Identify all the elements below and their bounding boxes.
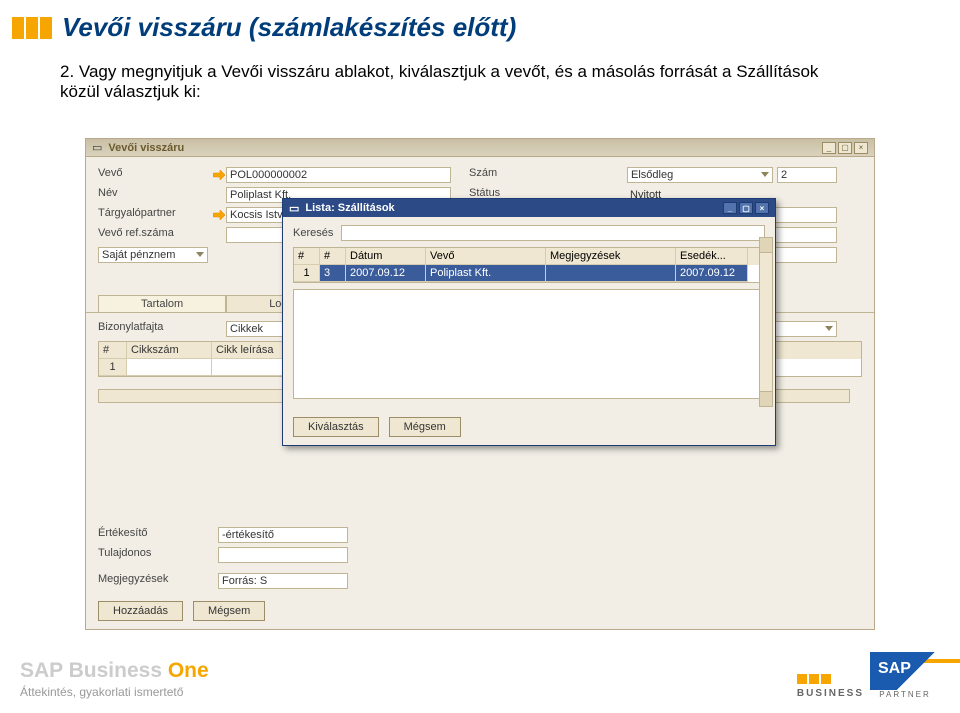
prow-megj [546, 265, 676, 282]
popup-icon: ▭ [289, 202, 299, 215]
field-tulajdonos[interactable] [218, 547, 348, 563]
label-targyalopartner: Tárgyalópartner [98, 207, 208, 223]
label-megjegyzesek: Megjegyzések [98, 573, 208, 589]
maximize-button[interactable]: ▢ [838, 142, 852, 154]
title-stripes [12, 17, 52, 39]
link-arrow-icon[interactable] [213, 210, 225, 220]
pcol-esedek[interactable]: Esedék... [676, 248, 748, 265]
slide-footer: SAP Business One Áttekintés, gyakorlati … [20, 659, 209, 699]
popup-minimize[interactable]: _ [723, 202, 737, 214]
titlebar-icon: ▭ [92, 141, 102, 154]
value-bizfaj: Cikkek [230, 323, 263, 335]
link-arrow-icon[interactable] [213, 170, 225, 180]
tab-tartalom[interactable]: Tartalom [98, 295, 226, 312]
slide-title: Vevői visszáru (számlakészítés előtt) [62, 12, 516, 43]
label-nev: Név [98, 187, 208, 203]
popup-title: Lista: Szállítások [305, 202, 394, 214]
field-ertekesito[interactable]: -értékesítő [218, 527, 348, 543]
cancel-button[interactable]: Mégsem [193, 601, 265, 621]
pcol-n2[interactable]: # [320, 248, 346, 265]
field-vevo[interactable]: POL000000002 [226, 167, 451, 183]
window-title: Vevői visszáru [108, 142, 184, 154]
popup-v-scrollbar[interactable] [759, 237, 773, 407]
popup-cancel-button[interactable]: Mégsem [389, 417, 461, 437]
popup-table-header: # # Dátum Vevő Megjegyzések Esedék... [294, 248, 764, 265]
select-button[interactable]: Kiválasztás [293, 417, 379, 437]
logo-business-text: BUSINESS [797, 688, 864, 699]
value-szam: 2 [781, 169, 787, 181]
col-num[interactable]: # [99, 342, 127, 359]
add-button[interactable]: Hozzáadás [98, 601, 183, 621]
label-bizonylatfajta: Bizonylatfajta [98, 321, 208, 337]
label-vevo: Vevő [98, 167, 208, 183]
prow-esed: 2007.09.12 [676, 265, 748, 282]
logo-squares [797, 674, 831, 684]
field-szam[interactable]: 2 [777, 167, 837, 183]
label-vevoref: Vevő ref.száma [98, 227, 208, 243]
close-button[interactable]: × [854, 142, 868, 154]
pcol-datum[interactable]: Dátum [346, 248, 426, 265]
popup-titlebar: ▭ Lista: Szállítások _ ▢ × [283, 199, 775, 217]
value-megjegyzesek: Forrás: S [222, 575, 267, 587]
pcol-n1[interactable]: # [294, 248, 320, 265]
prow-n2: 3 [320, 265, 346, 282]
prow-vevo: Poliplast Kft. [426, 265, 546, 282]
field-megjegyzesek[interactable]: Forrás: S [218, 573, 348, 589]
logo-partner-text: PARTNER [879, 690, 931, 699]
search-input[interactable] [341, 225, 765, 241]
combo-penznem[interactable]: Saját pénznem [98, 247, 208, 263]
slide-bullet: 2. Vagy megnyitjuk a Vevői visszáru abla… [60, 62, 840, 102]
sap-logo-icon [870, 652, 940, 690]
popup-blank-area [293, 289, 765, 399]
col-cikkszam[interactable]: Cikkszám [127, 342, 212, 359]
footer-subtitle: Áttekintés, gyakorlati ismertető [20, 685, 209, 699]
brand-name: SAP Business One [20, 659, 209, 683]
brand-a: SAP Business [20, 659, 168, 682]
brand-b: One [168, 659, 209, 682]
popup-table-row[interactable]: 1 3 2007.09.12 Poliplast Kft. 2007.09.12 [294, 265, 764, 282]
window-titlebar: ▭ Vevői visszáru _ ▢ × [86, 139, 874, 157]
label-tulajdonos: Tulajdonos [98, 547, 208, 563]
value-ertekesito: -értékesítő [222, 529, 274, 541]
value-penznem: Saját pénznem [102, 249, 175, 261]
popup-close[interactable]: × [755, 202, 769, 214]
popup-szallitasok: ▭ Lista: Szállítások _ ▢ × Keresés # # D… [282, 198, 776, 446]
row-index: 1 [99, 359, 127, 376]
label-kereses: Keresés [293, 227, 333, 239]
pcol-vevo[interactable]: Vevő [426, 248, 546, 265]
prow-index: 1 [294, 265, 320, 282]
pcol-megj[interactable]: Megjegyzések [546, 248, 676, 265]
combo-szam[interactable]: Elsődleg [627, 167, 773, 183]
popup-maximize[interactable]: ▢ [739, 202, 753, 214]
label-szam: Szám [469, 167, 609, 183]
prow-datum: 2007.09.12 [346, 265, 426, 282]
popup-table: # # Dátum Vevő Megjegyzések Esedék... 1 … [293, 247, 765, 283]
label-ertekesito: Értékesítő [98, 527, 208, 543]
sap-logo-block: BUSINESS PARTNER [791, 652, 940, 699]
combo-szam-value: Elsődleg [631, 169, 673, 181]
value-vevo: POL000000002 [230, 169, 307, 181]
minimize-button[interactable]: _ [822, 142, 836, 154]
